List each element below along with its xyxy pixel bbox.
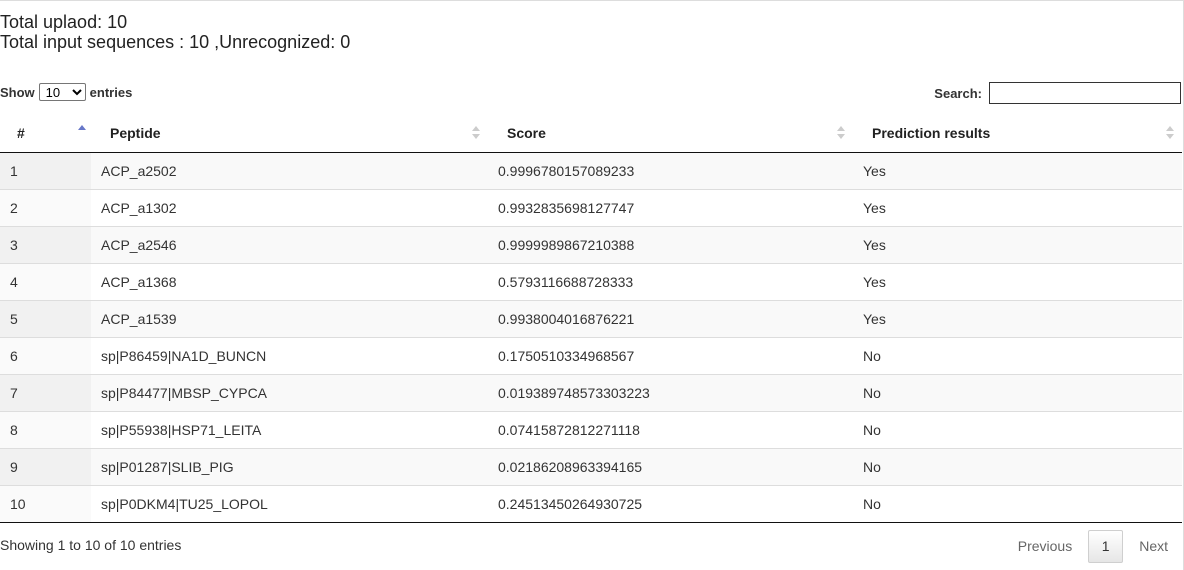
table-row: 5 ACP_a1539 0.9938004016876221 Yes <box>0 299 1182 337</box>
column-header-label: Peptide <box>110 124 161 141</box>
show-label: Show <box>0 84 35 100</box>
top-border <box>0 0 1184 1</box>
table-row: 6 sp|P86459|NA1D_BUNCN 0.175051033496856… <box>0 336 1182 374</box>
entries-per-page-select[interactable]: 10 <box>38 83 86 101</box>
table-info-summary: Showing 1 to 10 of 10 entries <box>0 537 182 553</box>
cell-peptide: sp|P01287|SLIB_PIG <box>91 447 488 485</box>
next-page-button[interactable]: Next <box>1123 529 1184 563</box>
cell-peptide: ACP_a1302 <box>91 188 488 226</box>
input-summary-text: Total input sequences : 10 ,Unrecognized… <box>0 32 351 52</box>
cell-index: 3 <box>0 225 91 263</box>
cell-score: 0.02186208963394165 <box>488 447 853 485</box>
cell-result: No <box>853 373 1182 411</box>
entries-length-control: Show 10 entries <box>0 83 132 101</box>
cell-score: 0.9999989867210388 <box>488 225 853 263</box>
table-row: 10 sp|P0DKM4|TU25_LOPOL 0.24513450264930… <box>0 484 1182 523</box>
cell-peptide: ACP_a1539 <box>91 299 488 337</box>
cell-peptide: sp|P55938|HSP71_LEITA <box>91 410 488 448</box>
results-table: # Peptide Score Prediction results 1 ACP… <box>0 114 1182 523</box>
column-header-index[interactable]: # <box>0 114 91 153</box>
table-row: 4 ACP_a1368 0.5793116688728333 Yes <box>0 262 1182 300</box>
cell-result: No <box>853 336 1182 374</box>
cell-index: 5 <box>0 299 91 337</box>
table-row: 8 sp|P55938|HSP71_LEITA 0.07415872812271… <box>0 410 1182 448</box>
previous-page-button[interactable]: Previous <box>1002 529 1088 563</box>
cell-result: Yes <box>853 225 1182 263</box>
page-button-current[interactable]: 1 <box>1088 529 1124 563</box>
cell-peptide: sp|P86459|NA1D_BUNCN <box>91 336 488 374</box>
cell-score: 0.9938004016876221 <box>488 299 853 337</box>
cell-index: 8 <box>0 410 91 448</box>
search-input[interactable] <box>989 82 1181 104</box>
cell-index: 6 <box>0 336 91 374</box>
cell-result: Yes <box>853 262 1182 300</box>
cell-index: 2 <box>0 188 91 226</box>
cell-index: 1 <box>0 152 91 189</box>
cell-peptide: ACP_a2502 <box>91 152 488 189</box>
cell-score: 0.019389748573303223 <box>488 373 853 411</box>
cell-score: 0.5793116688728333 <box>488 262 853 300</box>
cell-score: 0.07415872812271118 <box>488 410 853 448</box>
cell-score: 0.24513450264930725 <box>488 484 853 523</box>
search-control: Search: <box>934 82 1181 104</box>
total-upload-text: Total uplaod: 10 <box>0 12 128 32</box>
column-header-label: Score <box>507 124 546 141</box>
search-label: Search: <box>934 85 982 101</box>
cell-peptide: ACP_a1368 <box>91 262 488 300</box>
cell-result: Yes <box>853 152 1182 189</box>
cell-score: 0.9932835698127747 <box>488 188 853 226</box>
cell-index: 7 <box>0 373 91 411</box>
sort-both-icon <box>837 126 845 140</box>
cell-index: 4 <box>0 262 91 300</box>
pagination: Previous 1 Next <box>1002 529 1184 563</box>
table-row: 9 sp|P01287|SLIB_PIG 0.02186208963394165… <box>0 447 1182 485</box>
column-header-score[interactable]: Score <box>488 114 853 153</box>
sort-both-icon <box>472 126 480 140</box>
cell-result: Yes <box>853 299 1182 337</box>
cell-result: No <box>853 410 1182 448</box>
table-row: 7 sp|P84477|MBSP_CYPCA 0.019389748573303… <box>0 373 1182 411</box>
column-header-prediction[interactable]: Prediction results <box>853 114 1182 153</box>
cell-result: No <box>853 484 1182 523</box>
cell-result: No <box>853 447 1182 485</box>
cell-score: 0.1750510334968567 <box>488 336 853 374</box>
sort-ascending-icon <box>78 125 86 139</box>
cell-peptide: ACP_a2546 <box>91 225 488 263</box>
entries-label: entries <box>89 84 133 100</box>
sort-both-icon <box>1166 126 1174 140</box>
cell-index: 9 <box>0 447 91 485</box>
column-header-peptide[interactable]: Peptide <box>91 114 488 153</box>
cell-result: Yes <box>853 188 1182 226</box>
column-header-label: Prediction results <box>872 124 991 141</box>
table-header-row: # Peptide Score Prediction results <box>0 114 1182 153</box>
table-row: 3 ACP_a2546 0.9999989867210388 Yes <box>0 225 1182 263</box>
cell-peptide: sp|P84477|MBSP_CYPCA <box>91 373 488 411</box>
table-row: 2 ACP_a1302 0.9932835698127747 Yes <box>0 188 1182 226</box>
cell-score: 0.9996780157089233 <box>488 152 853 189</box>
column-header-label: # <box>17 124 25 141</box>
cell-peptide: sp|P0DKM4|TU25_LOPOL <box>91 484 488 523</box>
cell-index: 10 <box>0 484 91 523</box>
table-row: 1 ACP_a2502 0.9996780157089233 Yes <box>0 152 1182 189</box>
